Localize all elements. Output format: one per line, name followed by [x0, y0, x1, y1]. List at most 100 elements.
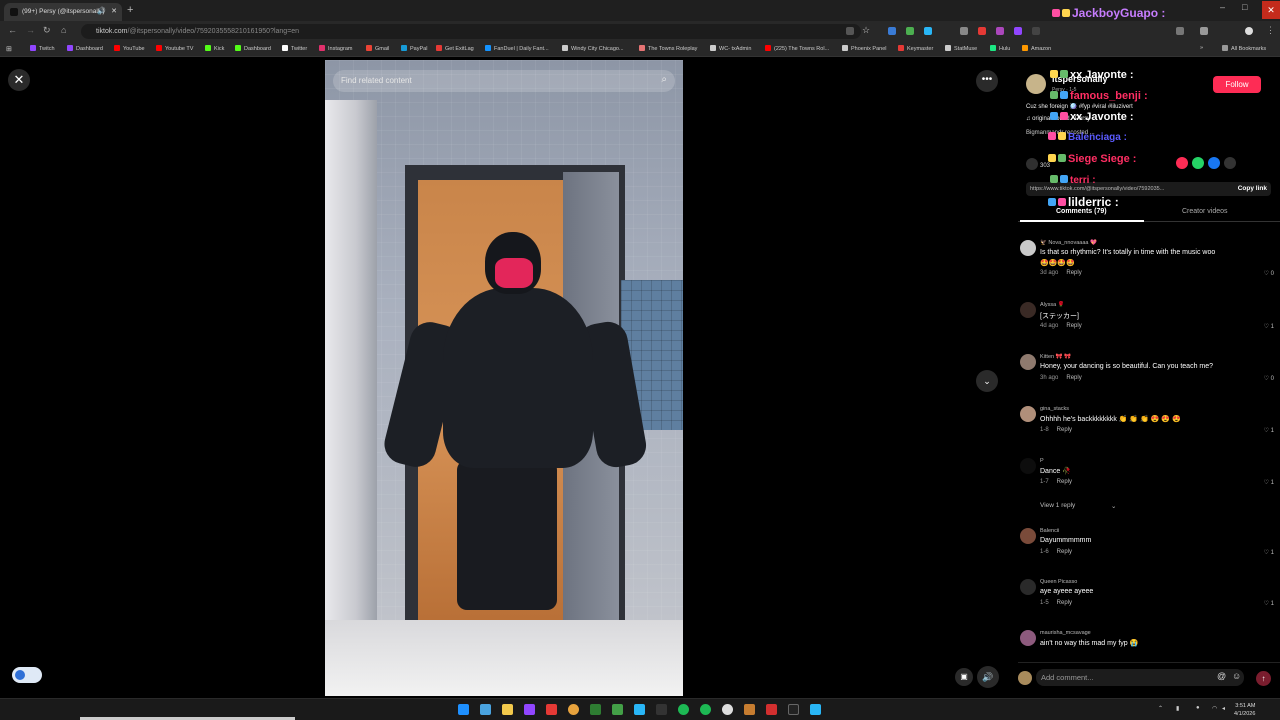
bookmark-item[interactable]: Phoenix Panel — [842, 45, 886, 52]
volume-icon[interactable]: 🔊 — [977, 666, 999, 688]
commenter-avatar[interactable] — [1020, 302, 1036, 318]
bookmark-item[interactable]: Keymaster — [898, 45, 933, 52]
bookmark-item[interactable]: StatMuse — [945, 45, 977, 52]
view-replies-button[interactable]: View 1 reply — [1040, 502, 1075, 509]
comment-like[interactable]: ♡ 1 — [1264, 549, 1274, 556]
reply-button[interactable]: Reply — [1066, 323, 1081, 329]
extension-icon[interactable] — [978, 27, 986, 35]
mention-icon[interactable]: @ — [1217, 671, 1226, 681]
bookmark-item[interactable]: (225) The Towns Rol... — [765, 45, 829, 52]
comment-like[interactable]: ♡ 1 — [1264, 427, 1274, 434]
start-windows-icon[interactable] — [458, 704, 469, 715]
commenter-avatar[interactable] — [1020, 458, 1036, 474]
new-tab-button[interactable]: + — [127, 4, 133, 16]
bookmark-item[interactable]: WC- txAdmin — [710, 45, 751, 52]
bookmark-item[interactable]: Windy City Chicago... — [562, 45, 624, 52]
extension-icon[interactable] — [906, 27, 914, 35]
bookmark-item[interactable]: Dashboard — [235, 45, 271, 52]
taskbar-app-icon[interactable] — [590, 704, 601, 715]
comment-like[interactable]: ♡ 0 — [1264, 375, 1274, 382]
taskbar-app-icon[interactable] — [546, 704, 557, 715]
close-tab-icon[interactable]: ✕ — [111, 7, 117, 15]
reply-button[interactable]: Reply — [1057, 479, 1072, 485]
bookmark-item[interactable]: PayPal — [401, 45, 427, 52]
bookmark-item[interactable]: Instagram — [319, 45, 352, 52]
bookmark-item[interactable]: Twitter — [282, 45, 307, 52]
maximize-button[interactable]: □ — [1242, 2, 1247, 12]
taskbar-app-icon[interactable] — [634, 704, 645, 715]
bookmark-item[interactable]: Kick — [205, 45, 224, 52]
commenter-avatar[interactable] — [1020, 240, 1036, 256]
reply-button[interactable]: Reply — [1057, 549, 1072, 555]
commenter-avatar[interactable] — [1020, 579, 1036, 595]
url-field[interactable]: tiktok.com/@itspersonally/video/75920355… — [81, 24, 861, 39]
tab-creator-videos[interactable]: Creator videos — [1182, 208, 1228, 215]
comment-like[interactable]: ♡ 0 — [1264, 270, 1274, 277]
bookmark-item[interactable]: Dashboard — [67, 45, 103, 52]
taskbar-app-icon[interactable] — [656, 704, 667, 715]
commenter-name[interactable]: P — [1040, 458, 1044, 464]
video-player[interactable]: Find related content ⌕ — [325, 60, 683, 696]
share-whatsapp-icon[interactable] — [1192, 157, 1204, 169]
share-more-icon[interactable] — [1224, 157, 1236, 169]
commenter-name[interactable]: Balencii — [1040, 528, 1059, 534]
commenter-avatar[interactable] — [1020, 528, 1036, 544]
share-repost-icon[interactable] — [1176, 157, 1188, 169]
commenter-name[interactable]: Queen Picasso — [1040, 579, 1077, 585]
extensions-puzzle-icon[interactable] — [1176, 27, 1184, 35]
bookmark-item[interactable]: Gmail — [366, 45, 389, 52]
tab-comments[interactable]: Comments (79) — [1056, 208, 1107, 215]
bookmark-item[interactable]: Youtube TV — [156, 45, 193, 52]
bookmark-item[interactable]: FanDuel | Daily Fant... — [485, 45, 549, 52]
extension-icon[interactable] — [888, 27, 896, 35]
share-facebook-icon[interactable] — [1208, 157, 1220, 169]
file-explorer-icon[interactable] — [502, 704, 513, 715]
author-avatar[interactable] — [1026, 74, 1046, 94]
reply-button[interactable]: Reply — [1066, 375, 1081, 381]
taskbar-app-icon[interactable] — [722, 704, 733, 715]
extension-icon[interactable] — [960, 27, 968, 35]
commenter-name[interactable]: Kitten 🎀 🎀 — [1040, 354, 1071, 360]
chrome-icon[interactable] — [568, 704, 579, 715]
tray-icon[interactable]: ● — [1196, 705, 1200, 711]
bookmark-item[interactable]: Twitch — [30, 45, 55, 52]
commenter-name[interactable]: maurisha_mcsavage — [1040, 630, 1091, 636]
system-clock[interactable]: 3:51 AM 4/1/2026 — [1234, 702, 1255, 718]
taskbar-app-icon[interactable] — [678, 704, 689, 715]
bookmark-item[interactable]: Amazon — [1022, 45, 1051, 52]
all-bookmarks-folder[interactable]: All Bookmarks — [1222, 45, 1266, 52]
commenter-name[interactable]: Alyssa 🌹 — [1040, 302, 1065, 308]
apps-grid-icon[interactable]: ⊞ — [6, 45, 12, 53]
reply-button[interactable]: Reply — [1066, 270, 1081, 276]
profile-icon[interactable] — [1200, 27, 1208, 35]
reload-icon[interactable]: ↻ — [43, 25, 51, 36]
back-icon[interactable]: ← — [8, 25, 17, 35]
emoji-icon[interactable]: ☺ — [1232, 671, 1241, 681]
browser-tab[interactable]: (99+) Persy (@itspersonally) 🔊 ✕ — [4, 3, 122, 21]
close-video-button[interactable]: ✕ — [8, 69, 30, 91]
send-arrow-icon[interactable]: ↑ — [1256, 671, 1271, 686]
bookmark-star-icon[interactable]: ☆ — [862, 25, 870, 36]
bookmark-item[interactable]: YouTube — [114, 45, 145, 52]
reply-button[interactable]: Reply — [1057, 600, 1072, 606]
floating-widget-icon[interactable] — [12, 667, 42, 683]
related-search-input[interactable]: Find related content ⌕ — [333, 70, 675, 92]
copy-link-button[interactable]: Copy link — [1238, 185, 1267, 192]
taskbar-app-icon[interactable] — [480, 704, 491, 715]
commenter-name[interactable]: gina_stacks — [1040, 406, 1069, 412]
comment-like[interactable]: ♡ 1 — [1264, 323, 1274, 330]
spotify-icon[interactable] — [700, 704, 711, 715]
taskbar-app-icon[interactable] — [766, 704, 777, 715]
extension-icon[interactable] — [924, 27, 932, 35]
extension-icon[interactable] — [1014, 27, 1022, 35]
commenter-avatar[interactable] — [1020, 630, 1036, 646]
commenter-avatar[interactable] — [1020, 406, 1036, 422]
install-app-icon[interactable] — [846, 27, 854, 35]
taskbar-app-icon[interactable] — [810, 704, 821, 715]
bookmark-item[interactable]: Get ExitLag — [436, 45, 474, 52]
forward-icon[interactable]: → — [26, 25, 35, 35]
tray-overflow-icon[interactable]: ⌃ — [1158, 705, 1163, 712]
menu-kebab-icon[interactable]: ⋮ — [1266, 25, 1275, 36]
reply-button[interactable]: Reply — [1057, 427, 1072, 433]
heart-icon[interactable] — [1026, 158, 1038, 170]
